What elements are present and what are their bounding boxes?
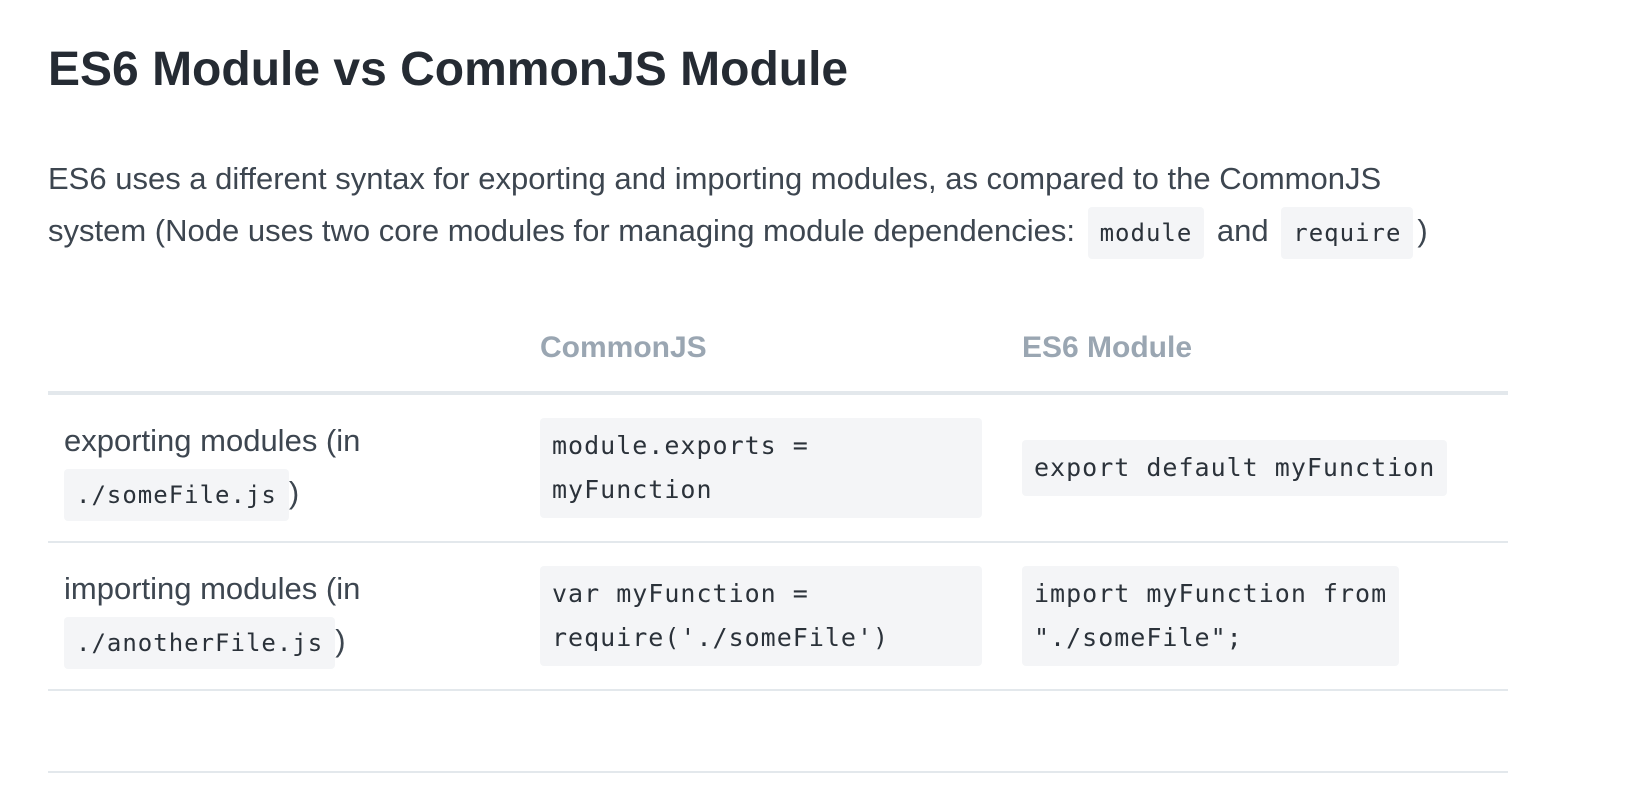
row-label-code: ./anotherFile.js <box>64 617 336 669</box>
inline-code-require: require <box>1281 207 1414 259</box>
row-label-after: ) <box>288 475 300 510</box>
commonjs-cell: var myFunction = require('./someFile') <box>524 542 1006 691</box>
code-block: module.exports = myFunction <box>540 418 982 518</box>
code-block: import myFunction from "./someFile"; <box>1022 566 1400 666</box>
empty-cell <box>48 690 524 773</box>
empty-cell <box>1006 690 1508 773</box>
page-title: ES6 Module vs CommonJS Module <box>48 43 849 96</box>
row-label: importing modules (in ./anotherFile.js) <box>48 542 524 691</box>
es6-cell: import myFunction from "./someFile"; <box>1006 542 1508 691</box>
es6-cell: export default myFunction <box>1006 393 1508 543</box>
table-row: importing modules (in ./anotherFile.js) … <box>48 542 1508 691</box>
table-row-empty <box>48 690 1508 773</box>
intro-text-after: ) <box>1417 213 1428 248</box>
row-label: exporting modules (in ./someFile.js) <box>48 393 524 543</box>
inline-code-module: module <box>1087 207 1205 259</box>
table-row: exporting modules (in ./someFile.js) mod… <box>48 393 1508 543</box>
intro-paragraph: ES6 uses a different syntax for exportin… <box>48 153 1468 259</box>
header-es6-module: ES6 Module <box>1006 305 1508 395</box>
header-empty <box>48 305 524 395</box>
comparison-table: CommonJS ES6 Module exporting modules (i… <box>48 305 1508 773</box>
table-header-row: CommonJS ES6 Module <box>48 305 1508 395</box>
code-block: var myFunction = require('./someFile') <box>540 566 982 666</box>
row-label-text: importing modules (in <box>64 571 361 606</box>
row-label-code: ./someFile.js <box>64 469 289 521</box>
empty-cell <box>524 690 1006 773</box>
commonjs-cell: module.exports = myFunction <box>524 393 1006 543</box>
code-block: export default myFunction <box>1022 440 1448 496</box>
row-label-text: exporting modules (in <box>64 423 361 458</box>
row-label-after: ) <box>335 623 346 658</box>
intro-text-middle: and <box>1208 213 1278 248</box>
header-commonjs: CommonJS <box>524 305 1006 395</box>
